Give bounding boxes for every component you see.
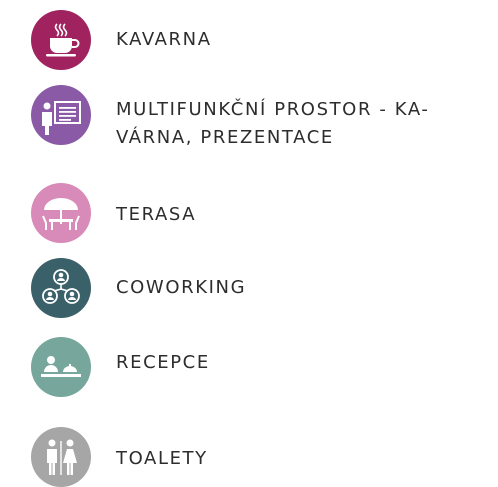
legend-label: MULTIFUNKČNÍ PROSTOR - KA- VÁRNA, PREZEN… bbox=[116, 99, 430, 148]
legend-label: TOALETY bbox=[116, 448, 208, 469]
legend-label: TERASA bbox=[116, 204, 197, 225]
legend-list: KAVARNA MULTIFUNKČNÍ PROSTOR - KA- VÁRNA… bbox=[0, 0, 498, 487]
legend-label: KAVARNA bbox=[116, 29, 212, 50]
coffee-cup-icon bbox=[31, 10, 91, 70]
presentation-icon bbox=[31, 85, 91, 145]
restroom-icon bbox=[31, 427, 91, 487]
network-people-icon bbox=[31, 258, 91, 318]
reception-bell-icon bbox=[31, 337, 91, 397]
parasol-table-icon bbox=[31, 183, 91, 243]
legend-label: RECEPCE bbox=[116, 352, 210, 373]
legend-label: COWORKING bbox=[116, 277, 247, 298]
